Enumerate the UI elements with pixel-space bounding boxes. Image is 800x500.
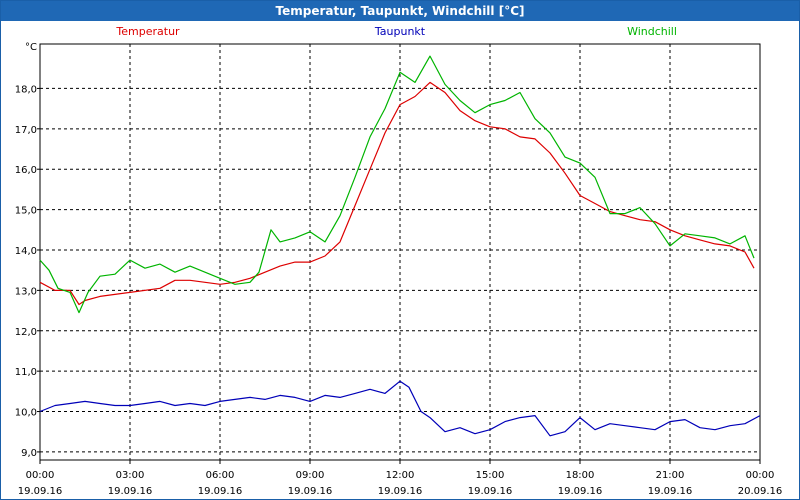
y-tick-label: 11,0	[15, 367, 37, 378]
x-tick-label-date: 19.09.16	[468, 486, 513, 497]
x-tick-label-time: 06:00	[206, 470, 235, 481]
x-tick-label-time: 00:00	[746, 470, 775, 481]
chart-canvas: °C Temperatur Taupunkt Windchill 9,0 10,0…	[15, 25, 783, 497]
y-tick-label: 12,0	[15, 327, 37, 338]
x-axis: 00:00 19.09.16 03:00 19.09.16 06:00 19.09.16 0…	[18, 460, 783, 497]
y-tick-label: 13,0	[15, 286, 37, 297]
x-tick-label-time: 09:00	[296, 470, 325, 481]
x-tick-label-date: 19.09.16	[108, 486, 153, 497]
x-tick-label-date: 20.09.16	[738, 486, 783, 497]
y-tick-label: 18,0	[15, 84, 37, 95]
x-tick-label-time: 00:00	[26, 470, 55, 481]
x-tick-label-time: 03:00	[116, 470, 145, 481]
legend-temperatur: Temperatur	[115, 25, 180, 38]
y-tick-label: 14,0	[15, 246, 37, 257]
legend-windchill: Windchill	[627, 25, 677, 38]
y-tick-label: 16,0	[15, 165, 37, 176]
y-axis-unit: °C	[25, 42, 37, 53]
x-tick-label-time: 12:00	[386, 470, 415, 481]
y-axis: 9,0 10,0 11,0 12,0 13,0 14,0 15,0 16,0 17,0 18,0	[15, 84, 40, 459]
x-tick-label-date: 19.09.16	[18, 486, 63, 497]
x-tick-label-date: 19.09.16	[288, 486, 333, 497]
y-tick-label: 17,0	[15, 125, 37, 136]
y-tick-label: 10,0	[15, 408, 37, 419]
x-tick-label-time: 18:00	[566, 470, 595, 481]
x-tick-label-time: 21:00	[656, 470, 685, 481]
x-tick-label-date: 19.09.16	[648, 486, 693, 497]
x-tick-label-date: 19.09.16	[378, 486, 423, 497]
y-tick-label: 9,0	[21, 448, 37, 459]
x-tick-label-date: 19.09.16	[198, 486, 243, 497]
x-tick-label-date: 19.09.16	[558, 486, 603, 497]
x-tick-label-time: 15:00	[476, 470, 505, 481]
legend-taupunkt: Taupunkt	[374, 25, 426, 38]
y-tick-label: 15,0	[15, 206, 37, 217]
